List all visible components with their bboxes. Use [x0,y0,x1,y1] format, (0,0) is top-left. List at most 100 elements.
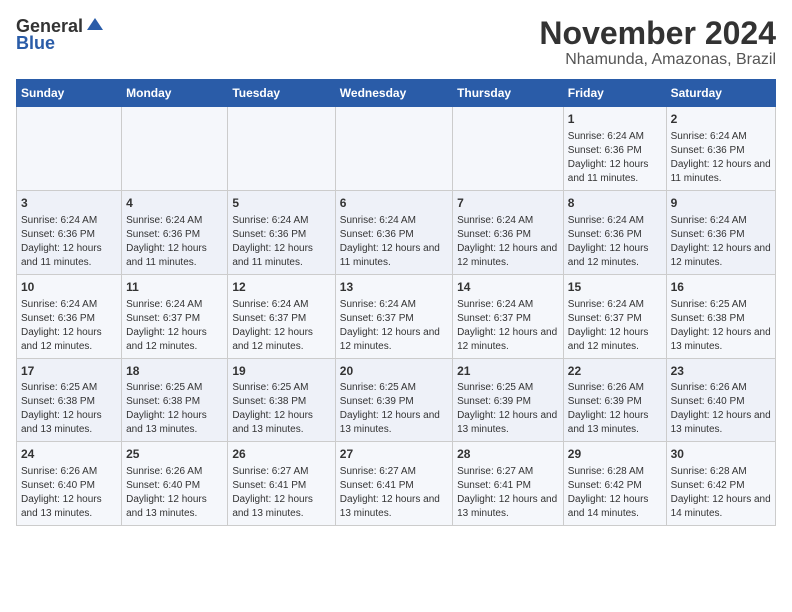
title-block: November 2024 Nhamunda, Amazonas, Brazil [539,16,776,69]
day-info: Daylight: 12 hours and 13 minutes. [126,409,223,437]
day-info: Sunset: 6:39 PM [457,395,559,409]
day-number: 25 [126,446,223,463]
day-info: Sunset: 6:36 PM [568,228,662,242]
day-info: Daylight: 12 hours and 12 minutes. [21,326,117,354]
calendar-cell: 26Sunrise: 6:27 AMSunset: 6:41 PMDayligh… [228,442,335,526]
day-number: 3 [21,195,117,212]
day-info: Sunset: 6:38 PM [21,395,117,409]
calendar-cell: 18Sunrise: 6:25 AMSunset: 6:38 PMDayligh… [122,358,228,442]
calendar-cell [17,107,122,191]
day-info: Sunrise: 6:24 AM [671,130,771,144]
calendar-header-tuesday: Tuesday [228,80,335,107]
day-info: Sunrise: 6:26 AM [671,381,771,395]
calendar-cell: 5Sunrise: 6:24 AMSunset: 6:36 PMDaylight… [228,190,335,274]
day-number: 8 [568,195,662,212]
day-info: Sunset: 6:41 PM [340,479,448,493]
day-info: Sunset: 6:36 PM [126,228,223,242]
calendar-header-friday: Friday [563,80,666,107]
calendar-cell: 16Sunrise: 6:25 AMSunset: 6:38 PMDayligh… [666,274,775,358]
calendar-header-wednesday: Wednesday [335,80,452,107]
page-title: November 2024 [539,16,776,51]
day-info: Sunset: 6:37 PM [457,312,559,326]
calendar-cell: 4Sunrise: 6:24 AMSunset: 6:36 PMDaylight… [122,190,228,274]
day-number: 30 [671,446,771,463]
day-number: 17 [21,363,117,380]
calendar-week-row: 10Sunrise: 6:24 AMSunset: 6:36 PMDayligh… [17,274,776,358]
day-number: 28 [457,446,559,463]
day-number: 23 [671,363,771,380]
logo-blue-text: Blue [16,34,105,52]
day-info: Sunrise: 6:24 AM [21,214,117,228]
day-info: Sunrise: 6:25 AM [457,381,559,395]
day-info: Sunset: 6:40 PM [21,479,117,493]
day-info: Sunset: 6:37 PM [340,312,448,326]
day-info: Daylight: 12 hours and 12 minutes. [232,326,330,354]
day-info: Sunrise: 6:25 AM [126,381,223,395]
day-number: 27 [340,446,448,463]
day-info: Sunrise: 6:25 AM [340,381,448,395]
calendar-cell: 19Sunrise: 6:25 AMSunset: 6:38 PMDayligh… [228,358,335,442]
day-number: 14 [457,279,559,296]
day-number: 19 [232,363,330,380]
day-number: 12 [232,279,330,296]
calendar-cell: 7Sunrise: 6:24 AMSunset: 6:36 PMDaylight… [453,190,564,274]
day-info: Daylight: 12 hours and 13 minutes. [671,409,771,437]
day-number: 18 [126,363,223,380]
calendar-header-saturday: Saturday [666,80,775,107]
calendar-cell: 10Sunrise: 6:24 AMSunset: 6:36 PMDayligh… [17,274,122,358]
day-info: Sunset: 6:37 PM [568,312,662,326]
day-number: 6 [340,195,448,212]
day-info: Daylight: 12 hours and 12 minutes. [671,242,771,270]
day-info: Sunset: 6:36 PM [457,228,559,242]
day-info: Sunrise: 6:24 AM [232,298,330,312]
day-info: Daylight: 12 hours and 11 minutes. [232,242,330,270]
day-info: Sunset: 6:38 PM [232,395,330,409]
day-info: Daylight: 12 hours and 13 minutes. [457,493,559,521]
day-info: Daylight: 12 hours and 13 minutes. [457,409,559,437]
day-info: Sunrise: 6:24 AM [232,214,330,228]
day-info: Sunrise: 6:27 AM [457,465,559,479]
day-info: Sunrise: 6:24 AM [21,298,117,312]
calendar-cell: 23Sunrise: 6:26 AMSunset: 6:40 PMDayligh… [666,358,775,442]
calendar-cell: 17Sunrise: 6:25 AMSunset: 6:38 PMDayligh… [17,358,122,442]
calendar-cell: 22Sunrise: 6:26 AMSunset: 6:39 PMDayligh… [563,358,666,442]
calendar-cell: 9Sunrise: 6:24 AMSunset: 6:36 PMDaylight… [666,190,775,274]
day-info: Daylight: 12 hours and 12 minutes. [457,326,559,354]
day-number: 13 [340,279,448,296]
day-info: Sunset: 6:41 PM [457,479,559,493]
day-info: Sunrise: 6:24 AM [340,298,448,312]
day-number: 24 [21,446,117,463]
day-info: Sunrise: 6:24 AM [340,214,448,228]
day-info: Sunrise: 6:28 AM [568,465,662,479]
day-info: Sunset: 6:37 PM [126,312,223,326]
calendar-cell: 6Sunrise: 6:24 AMSunset: 6:36 PMDaylight… [335,190,452,274]
calendar-cell: 13 Sunrise: 6:24 AMSunset: 6:37 PMDayligh… [335,274,452,358]
day-info: Sunset: 6:41 PM [232,479,330,493]
day-info: Daylight: 12 hours and 14 minutes. [568,493,662,521]
day-info: Daylight: 12 hours and 12 minutes. [568,326,662,354]
calendar-week-row: 3Sunrise: 6:24 AMSunset: 6:36 PMDaylight… [17,190,776,274]
day-info: Daylight: 12 hours and 12 minutes. [457,242,559,270]
logo-icon [85,16,105,36]
calendar-cell: 14Sunrise: 6:24 AMSunset: 6:37 PMDayligh… [453,274,564,358]
day-info: Daylight: 12 hours and 13 minutes. [21,409,117,437]
day-number: 16 [671,279,771,296]
day-info: Sunset: 6:40 PM [671,395,771,409]
day-number: 20 [340,363,448,380]
logo: General Blue [16,16,105,52]
day-info: Sunset: 6:42 PM [568,479,662,493]
day-info: Sunset: 6:38 PM [671,312,771,326]
day-info: Sunrise: 6:24 AM [671,214,771,228]
day-info: Daylight: 12 hours and 13 minutes. [340,493,448,521]
day-number: 11 [126,279,223,296]
day-number: 29 [568,446,662,463]
day-info: Sunset: 6:36 PM [671,228,771,242]
day-info: Daylight: 12 hours and 12 minutes. [340,326,448,354]
day-info: Daylight: 12 hours and 13 minutes. [671,326,771,354]
day-info: Sunset: 6:36 PM [21,228,117,242]
day-info: Sunrise: 6:25 AM [232,381,330,395]
day-info: Daylight: 12 hours and 13 minutes. [340,409,448,437]
calendar-header-row: SundayMondayTuesdayWednesdayThursdayFrid… [17,80,776,107]
day-info: Sunrise: 6:24 AM [126,214,223,228]
day-info: Sunset: 6:36 PM [232,228,330,242]
